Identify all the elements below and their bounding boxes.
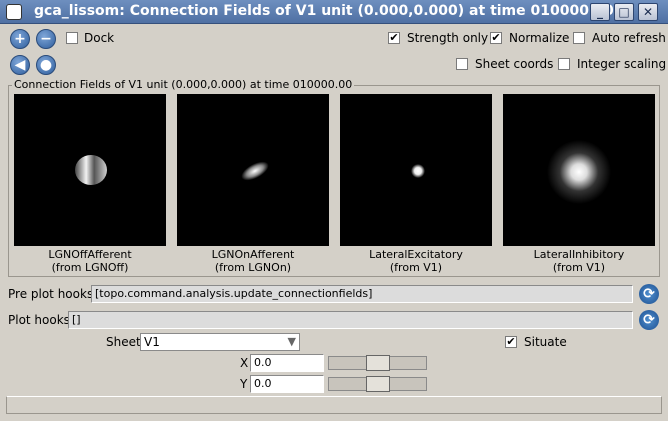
caption-line1: LGNOnAfferent	[211, 248, 295, 261]
sheet-coords-label: Sheet coords	[475, 57, 554, 71]
forward-button[interactable]: ●	[36, 55, 56, 75]
caption-line1: LateralInhibitory	[533, 248, 625, 261]
zoom-in-button[interactable]: +	[10, 29, 30, 49]
chevron-down-icon[interactable]: ▼	[288, 335, 296, 348]
plot-lateral-inhibitory[interactable]	[503, 94, 655, 246]
plot-hooks-input[interactable]: []	[68, 311, 633, 329]
strength-only-label: Strength only	[407, 31, 489, 45]
plot-lateral-excitatory[interactable]	[340, 94, 492, 246]
normalize-label: Normalize	[509, 31, 570, 45]
normalize-checkbox[interactable]: ✔	[490, 32, 502, 44]
caption-line1: LateralExcitatory	[369, 248, 463, 261]
y-slider[interactable]	[328, 376, 427, 392]
pre-plot-hooks-label: Pre plot hooks	[8, 287, 94, 301]
situate-label: Situate	[524, 335, 567, 349]
app-icon[interactable]	[6, 4, 22, 20]
minimize-button[interactable]: _	[590, 3, 610, 21]
y-label: Y	[240, 377, 248, 391]
caption-line2: (from V1)	[552, 261, 606, 274]
x-label: X	[240, 356, 249, 370]
plot-group-title: Connection Fields of V1 unit (0.000,0.00…	[12, 78, 355, 91]
sheet-label: Sheet	[106, 335, 141, 349]
x-slider-handle[interactable]	[366, 355, 390, 371]
dock-checkbox[interactable]	[66, 32, 78, 44]
caption-line2: (from LGNOff)	[51, 261, 129, 274]
integer-scaling-label: Integer scaling	[577, 57, 667, 71]
plot-lgnoff-afferent[interactable]	[14, 94, 166, 246]
close-button[interactable]: ✕	[638, 3, 658, 21]
caption-lateral-excitatory: LateralExcitatory (from V1)	[340, 248, 492, 274]
maximize-button[interactable]: □	[614, 3, 634, 21]
window-title: gca_lissom: Connection Fields of V1 unit…	[34, 3, 614, 19]
caption-lateral-inhibitory: LateralInhibitory (from V1)	[503, 248, 655, 274]
caption-line1: LGNOffAfferent	[48, 248, 132, 261]
lgnoff-afferent-image	[75, 155, 107, 185]
lateral-excitatory-image	[411, 164, 425, 178]
zoom-out-button[interactable]: −	[36, 29, 56, 49]
sheet-coords-checkbox[interactable]	[456, 58, 468, 70]
plot-hooks-refresh-icon[interactable]: ⟳	[639, 310, 659, 330]
x-slider[interactable]	[328, 355, 427, 371]
back-button[interactable]: ◀	[10, 55, 30, 75]
x-input[interactable]: 0.0	[250, 354, 324, 372]
strength-only-checkbox[interactable]: ✔	[388, 32, 400, 44]
y-input[interactable]: 0.0	[250, 375, 324, 393]
sheet-combobox-value: V1	[144, 335, 160, 349]
lateral-inhibitory-image	[547, 140, 611, 204]
auto-refresh-checkbox[interactable]	[573, 32, 585, 44]
caption-line2: (from LGNOn)	[214, 261, 292, 274]
integer-scaling-checkbox[interactable]	[558, 58, 570, 70]
caption-line2: (from V1)	[389, 261, 443, 274]
sheet-combobox[interactable]: V1 ▼	[140, 333, 300, 351]
pre-plot-hooks-input[interactable]: [topo.command.analysis.update_connection…	[91, 285, 633, 303]
dock-label: Dock	[84, 31, 115, 45]
lgnon-afferent-image	[241, 161, 269, 181]
caption-lgnoff-afferent: LGNOffAfferent (from LGNOff)	[14, 248, 166, 274]
status-bar	[6, 396, 662, 414]
situate-checkbox[interactable]: ✔	[505, 336, 517, 348]
pre-plot-hooks-refresh-icon[interactable]: ⟳	[639, 284, 659, 304]
plot-lgnon-afferent[interactable]	[177, 94, 329, 246]
plot-hooks-label: Plot hooks	[8, 313, 70, 327]
caption-lgnon-afferent: LGNOnAfferent (from LGNOn)	[177, 248, 329, 274]
auto-refresh-label: Auto refresh	[592, 31, 666, 45]
y-slider-handle[interactable]	[366, 376, 390, 392]
